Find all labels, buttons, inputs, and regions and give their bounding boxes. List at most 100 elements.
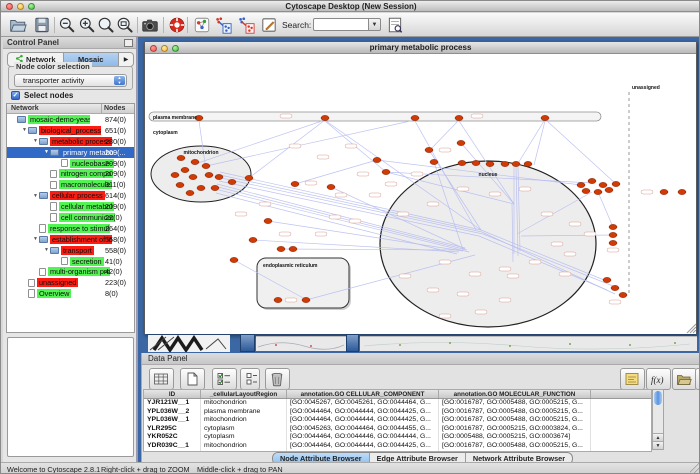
network-edge[interactable]	[195, 120, 325, 164]
tree-row[interactable]: ▼transport558(0)	[7, 245, 134, 256]
float-panel-icon[interactable]	[124, 39, 133, 47]
annotation-icon[interactable]	[260, 16, 278, 34]
network-node[interactable]	[277, 246, 285, 251]
table-row[interactable]: YDR039C__1mitochondrion[GO:0044464, GO:0…	[144, 442, 651, 451]
create-view-icon[interactable]	[193, 16, 211, 34]
network-node[interactable]	[274, 297, 282, 302]
network-node[interactable]	[249, 237, 257, 242]
tree-row[interactable]: mosaic-demo-yeast874(0)	[7, 114, 134, 125]
background-window-content[interactable]	[360, 336, 697, 351]
network-node[interactable]	[202, 163, 210, 168]
network-edge[interactable]	[206, 120, 415, 166]
snapshot-camera-icon[interactable]	[141, 16, 159, 34]
network-node[interactable]	[171, 172, 179, 177]
copy-view-red-icon[interactable]	[237, 16, 255, 34]
column-header[interactable]: annotation.GO CELLULAR_COMPONENT	[287, 390, 439, 398]
network-node[interactable]	[455, 115, 463, 120]
expand-arrow-icon[interactable]: ▼	[43, 247, 50, 253]
network-canvas[interactable]: plasma membranecytoplasmmitochondrionnuc…	[145, 54, 696, 334]
network-node[interactable]	[230, 257, 238, 262]
table-row[interactable]: YPL036W__1mitochondrion[GO:0044464, GO:0…	[144, 416, 651, 425]
network-node[interactable]	[582, 188, 590, 193]
column-header[interactable]: _cellularLayoutRegion	[201, 390, 287, 398]
table-row[interactable]: YJR121W__1mitochondrion[GO:0045267, GO:0…	[144, 399, 651, 408]
network-node[interactable]	[524, 161, 532, 166]
tree-row[interactable]: unassigned223(0)	[7, 277, 134, 288]
network-node[interactable]	[594, 189, 602, 194]
background-window-content[interactable]	[256, 336, 346, 351]
network-node[interactable]	[373, 157, 381, 162]
network-node[interactable]	[382, 169, 390, 174]
network-node[interactable]	[197, 185, 205, 190]
background-window-edge[interactable]	[346, 334, 359, 352]
tree-row[interactable]: Overview8(0)	[7, 288, 134, 299]
network-node[interactable]	[291, 181, 299, 186]
help-lifebuoy-icon[interactable]	[168, 16, 186, 34]
tree-row[interactable]: multi-organism pro42(0)	[7, 266, 134, 277]
tree-row[interactable]: cellular metabol209(0)	[7, 201, 134, 212]
network-node[interactable]	[678, 189, 686, 194]
network-node[interactable]	[577, 182, 585, 187]
unselect-attributes-icon[interactable]	[240, 368, 260, 390]
network-node[interactable]	[321, 115, 329, 120]
network-node[interactable]	[215, 174, 223, 179]
network-node[interactable]	[205, 172, 213, 177]
table-row[interactable]: YPL036W__2plasma membrane[GO:0044464, GO…	[144, 408, 651, 417]
network-node[interactable]	[660, 189, 668, 194]
node-color-dropdown[interactable]: transporter activity ▲▼	[14, 74, 127, 87]
new-attribute-icon[interactable]	[180, 368, 205, 390]
network-edge[interactable]	[546, 120, 616, 184]
network-node[interactable]	[430, 159, 438, 164]
network-node[interactable]	[228, 179, 236, 184]
expand-arrow-icon[interactable]: ▼	[32, 193, 39, 199]
select-attributes-icon[interactable]	[212, 368, 237, 390]
network-node[interactable]	[541, 115, 549, 120]
table-row[interactable]: YLR295Ccytoplasm[GO:0045263, GO:0044464,…	[144, 425, 651, 434]
network-node[interactable]	[189, 174, 197, 179]
network-node[interactable]	[609, 232, 617, 237]
expand-arrow-icon[interactable]: ▼	[32, 138, 39, 144]
network-node[interactable]	[599, 182, 607, 187]
function-builder-icon[interactable]: f(x)	[646, 368, 671, 390]
search-dropdown-arrow-icon[interactable]: ▼	[369, 18, 381, 31]
scroll-up-icon[interactable]: ▲	[653, 433, 663, 441]
background-window-fragment[interactable]	[148, 335, 230, 352]
tree-row[interactable]: ▼cellular process614(0)	[7, 190, 134, 201]
network-node[interactable]	[458, 160, 466, 165]
expand-arrow-icon[interactable]: ▼	[43, 149, 50, 155]
expand-arrow-icon[interactable]: ▼	[21, 127, 28, 133]
tree-row[interactable]: ▼metabolic process280(0)	[7, 136, 134, 147]
tree-row[interactable]: secretion41(0)	[7, 256, 134, 267]
network-node[interactable]	[176, 182, 184, 187]
network-node[interactable]	[425, 147, 433, 152]
tree-row[interactable]: cell communicat22(0)	[7, 212, 134, 223]
network-edge[interactable]	[249, 120, 325, 178]
tree-row[interactable]: ▼establishment of lo558(0)	[7, 234, 134, 245]
network-node[interactable]	[186, 190, 194, 195]
column-header[interactable]: ID	[144, 390, 201, 398]
tree-row[interactable]: ▼biological_process651(0)	[7, 125, 134, 136]
scroll-down-icon[interactable]: ▼	[653, 441, 663, 449]
view-resize-grip[interactable]	[687, 324, 696, 333]
attribute-grid-icon[interactable]	[149, 368, 174, 390]
network-node[interactable]	[472, 160, 480, 165]
resize-grip[interactable]	[690, 463, 700, 473]
table-row[interactable]: YKR052Ccytoplasm[GO:0044464, GO:0044446,…	[144, 433, 651, 442]
network-edge[interactable]	[598, 192, 613, 227]
network-node[interactable]	[191, 159, 199, 164]
enhanced-search-icon[interactable]	[386, 16, 404, 34]
delete-attribute-trash-icon[interactable]	[265, 368, 290, 390]
zoom-in-icon[interactable]	[78, 16, 96, 34]
network-node[interactable]	[501, 161, 509, 166]
tree-row[interactable]: ▼primary metabo209(...	[7, 147, 134, 158]
network-node[interactable]	[289, 246, 297, 251]
network-node[interactable]	[177, 155, 185, 160]
network-node[interactable]	[245, 175, 253, 180]
tree-row[interactable]: nucleobase-209(0)	[7, 158, 134, 169]
network-node[interactable]	[611, 285, 619, 290]
network-node[interactable]	[605, 187, 613, 192]
network-node[interactable]	[327, 184, 335, 189]
save-icon[interactable]	[33, 16, 51, 34]
network-node[interactable]	[619, 292, 627, 297]
network-node[interactable]	[457, 140, 465, 145]
